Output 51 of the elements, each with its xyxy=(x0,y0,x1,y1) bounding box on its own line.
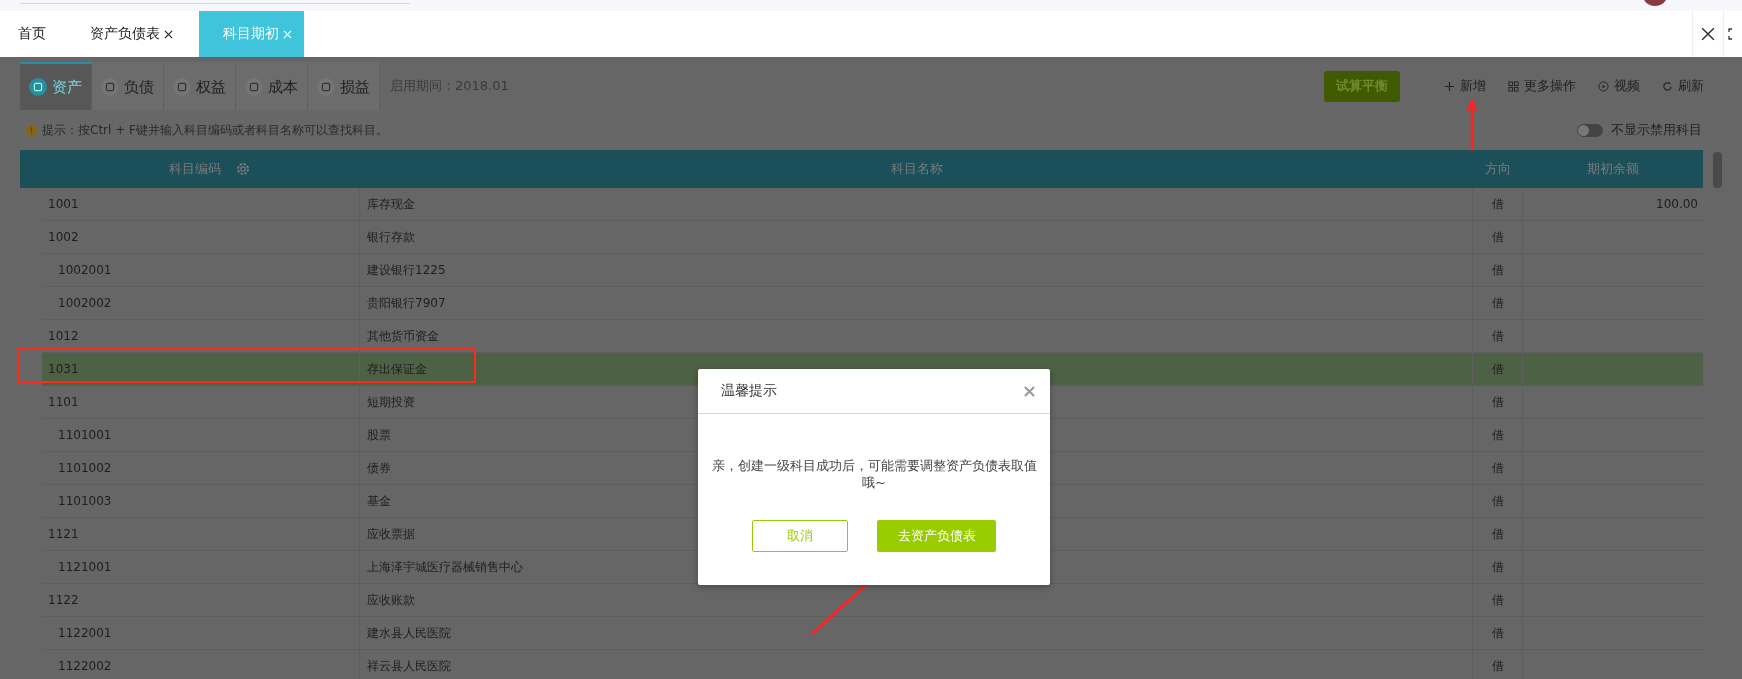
direction-cell: 借 xyxy=(1491,327,1504,345)
account-code: 1101003 xyxy=(57,494,112,508)
direction-cell: 借 xyxy=(1491,294,1504,312)
account-name: 股票 xyxy=(367,426,391,444)
account-code: 1122001 xyxy=(57,626,112,640)
column-header: 期初余额 xyxy=(1586,160,1640,178)
account-name: 祥云县人民医院 xyxy=(367,657,451,675)
account-code: 1101001 xyxy=(57,428,112,442)
account-code: 1101 xyxy=(47,395,79,409)
direction-cell: 借 xyxy=(1491,459,1504,477)
direction-cell: 借 xyxy=(1491,261,1504,279)
account-name: 短期投资 xyxy=(367,393,415,411)
toggle-label: 不显示禁用科目 xyxy=(1611,121,1702,139)
direction-cell: 借 xyxy=(1491,228,1504,246)
account-name: 存出保证金 xyxy=(367,360,427,378)
account-code: 1012 xyxy=(47,329,79,343)
direction-cell: 借 xyxy=(1491,195,1504,213)
direction-cell: 借 xyxy=(1491,492,1504,510)
account-code: 1002001 xyxy=(57,263,112,277)
account-code: 1031 xyxy=(47,362,79,376)
direction-cell: 借 xyxy=(1491,393,1504,411)
account-code: 1121 xyxy=(47,527,79,541)
direction-cell: 借 xyxy=(1491,558,1504,576)
account-name: 债券 xyxy=(367,459,391,477)
account-name: 贵阳银行7907 xyxy=(367,294,446,312)
balance-cell: 100.00 xyxy=(1656,197,1698,211)
column-header: 科目名称 xyxy=(889,160,944,178)
account-code: 1122002 xyxy=(57,659,112,673)
direction-cell: 借 xyxy=(1491,360,1504,378)
direction-cell: 借 xyxy=(1491,624,1504,642)
account-code: 1002 xyxy=(47,230,79,244)
account-name: 建设银行1225 xyxy=(367,261,446,279)
account-name: 银行存款 xyxy=(367,228,415,246)
account-name: 建水县人民医院 xyxy=(367,624,451,642)
account-name: 其他货币资金 xyxy=(367,327,439,345)
column-header: 科目编码 xyxy=(169,160,221,178)
account-name: 应收票据 xyxy=(367,525,415,543)
direction-cell: 借 xyxy=(1491,657,1504,675)
account-name: 库存现金 xyxy=(367,195,415,213)
account-code: 1001 xyxy=(47,197,79,211)
account-name: 基金 xyxy=(367,492,391,510)
direction-cell: 借 xyxy=(1491,591,1504,609)
account-code: 1002002 xyxy=(57,296,112,310)
direction-cell: 借 xyxy=(1491,426,1504,444)
column-header: 方向 xyxy=(1484,160,1512,178)
account-code: 1121001 xyxy=(57,560,112,574)
account-code: 1122 xyxy=(47,593,79,607)
dialog-title: 温馨提示 xyxy=(721,382,778,400)
direction-cell: 借 xyxy=(1491,525,1504,543)
account-code: 1101002 xyxy=(57,461,112,475)
account-name: 应收账款 xyxy=(367,591,415,609)
